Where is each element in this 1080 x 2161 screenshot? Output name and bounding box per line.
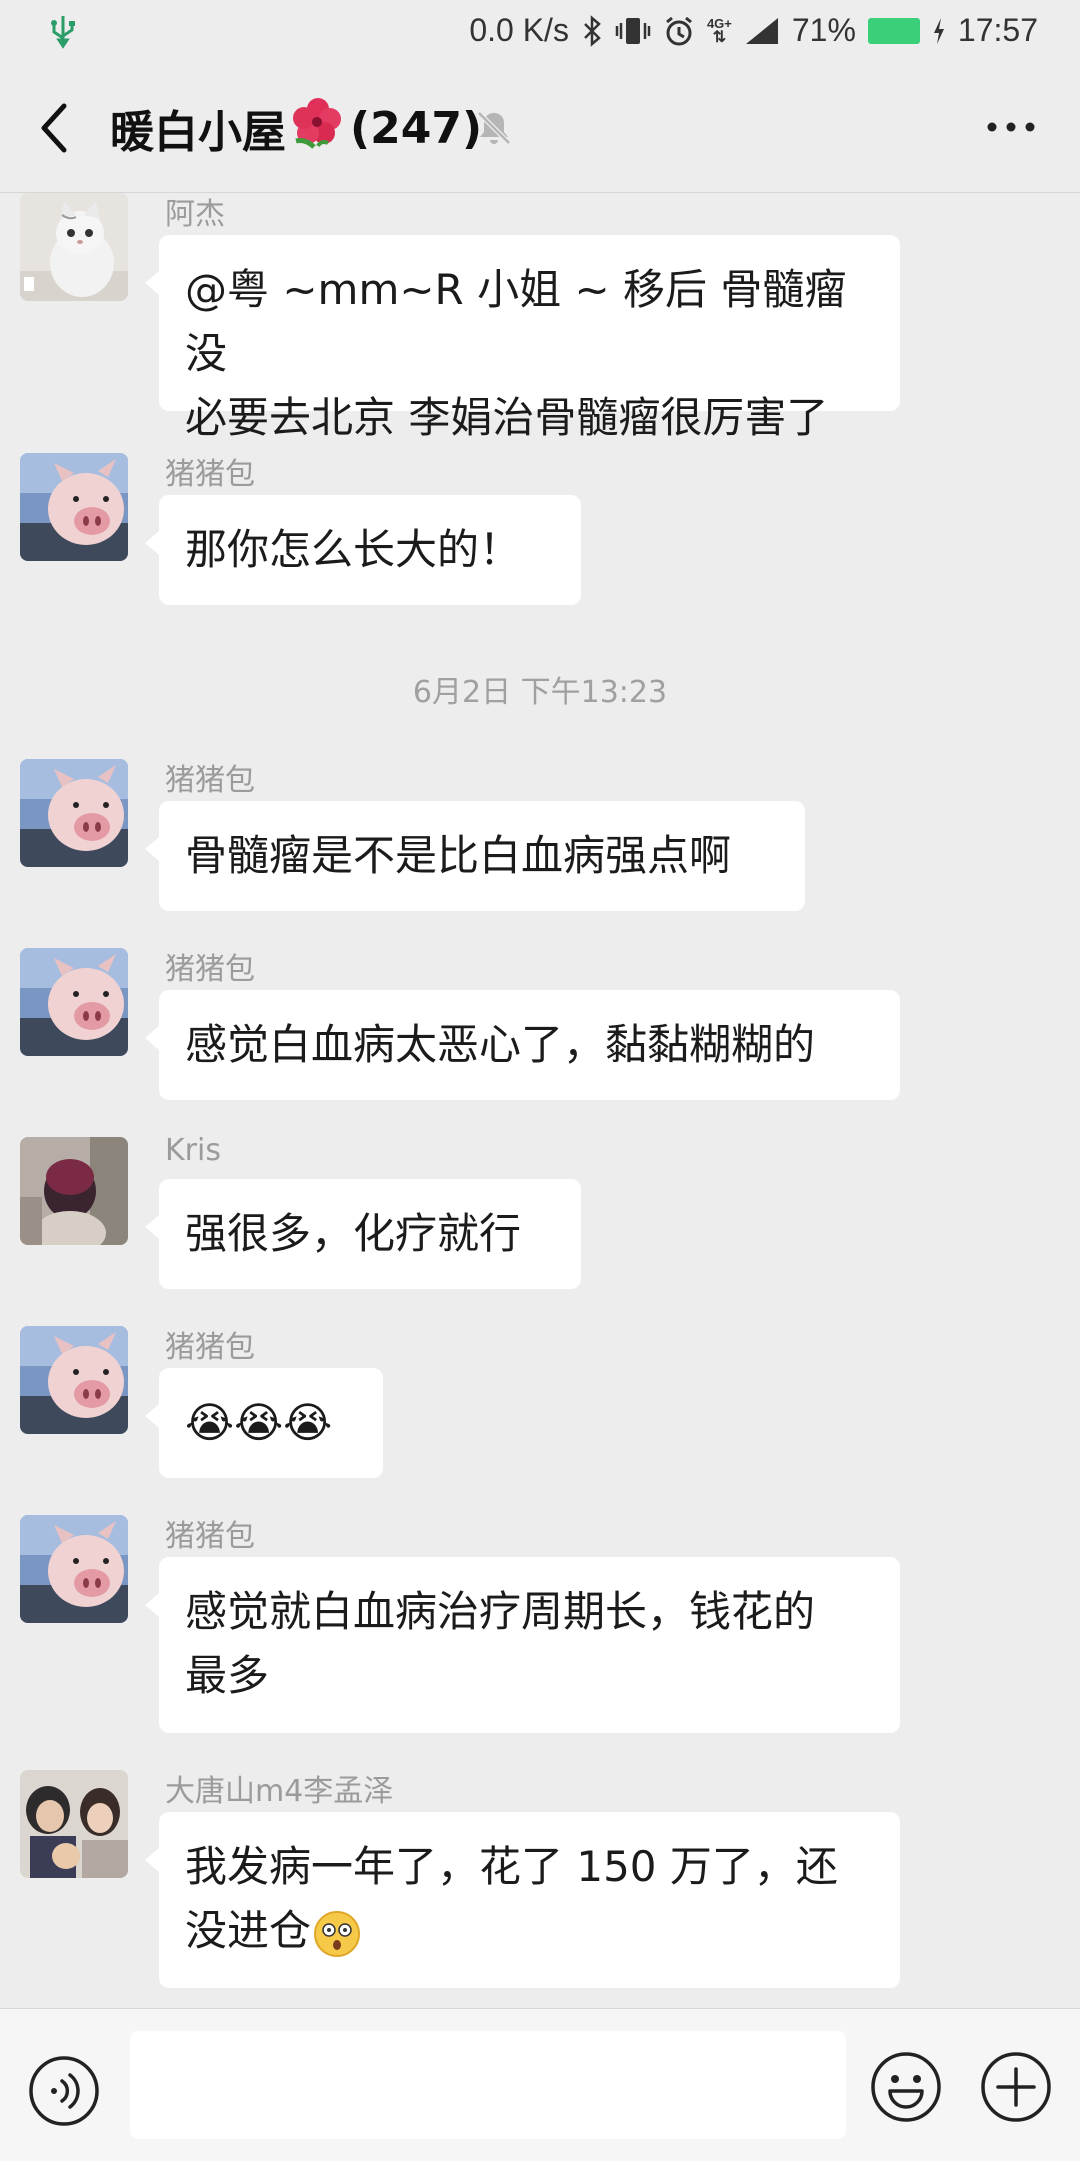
pig-avatar[interactable] — [20, 1515, 128, 1623]
chat-title: 暖白小屋 (247) — [110, 96, 482, 160]
message-bubble[interactable]: 我发病一年了，花了 150 万了，还 没进仓 — [145, 1812, 900, 1988]
back-icon[interactable] — [34, 100, 78, 156]
status-bar: 0.0 K/s 4G+ ⇅ 71% 17:57 — [0, 0, 1080, 64]
message-text: 强很多，化疗就行 — [185, 1209, 522, 1258]
message-text-line: 没进仓 — [185, 1899, 874, 1963]
message-bubble[interactable]: 强很多，化疗就行 — [145, 1179, 581, 1289]
message-text-line: 我发病一年了，花了 150 万了，还 — [185, 1842, 838, 1891]
message-bubble[interactable]: @粤 ~mm~R 小姐 ~ 移后 骨髓瘤没 必要去北京 李娟治骨髓瘤很厉害了 — [145, 235, 900, 442]
sender-name: 阿杰 — [165, 197, 225, 232]
message-text: 骨髓瘤是不是比白血病强点啊 — [185, 831, 732, 880]
signal-icon — [744, 16, 780, 46]
sender-name: 猪猪包 — [165, 763, 255, 798]
sender-name: 大唐山m4李孟泽 — [165, 1774, 394, 1809]
member-count: (247) — [350, 102, 483, 154]
pig-avatar[interactable] — [20, 759, 128, 867]
cat-avatar[interactable] — [20, 193, 128, 301]
message-text-line: 最多 — [185, 1651, 270, 1700]
message-text: 没进仓 — [185, 1906, 312, 1955]
message-input[interactable] — [130, 2031, 846, 2139]
bluetooth-icon — [581, 14, 603, 47]
message-text: 那你怎么长大的！ — [185, 525, 522, 574]
message-text-line: 感觉就白血病治疗周期长，钱花的 — [185, 1587, 816, 1636]
voice-icon[interactable] — [26, 2053, 102, 2133]
timestamp: 6月2日 下午13:23 — [412, 675, 668, 710]
sender-name: 猪猪包 — [165, 952, 255, 987]
plus-icon[interactable] — [978, 2049, 1054, 2129]
alarm-icon — [663, 15, 695, 47]
sender-name: 猪猪包 — [165, 457, 255, 492]
more-icon[interactable] — [986, 118, 1036, 137]
message-bubble[interactable]: 😭😭😭 — [145, 1368, 383, 1478]
girl-avatar[interactable] — [20, 1137, 128, 1245]
pig-avatar[interactable] — [20, 1326, 128, 1434]
message-text-line: 必要去北京 李娟治骨髓瘤很厉害了 — [185, 393, 829, 442]
message-text: 😭😭😭 — [185, 1398, 333, 1447]
message-bubble[interactable]: 感觉就白血病治疗周期长，钱花的 最多 — [145, 1557, 900, 1733]
network-type: 4G+ ⇅ — [706, 15, 732, 46]
hibiscus-icon — [290, 97, 346, 160]
input-bar — [0, 2008, 1080, 2161]
sender-name: 猪猪包 — [165, 1330, 255, 1365]
group-name: 暖白小屋 — [110, 107, 286, 158]
message-bubble[interactable]: 那你怎么长大的！ — [145, 495, 581, 605]
clock: 17:57 — [957, 12, 1038, 48]
chat-header: 暖白小屋 (247) — [0, 64, 1080, 193]
mute-bell-icon — [474, 108, 514, 152]
sender-name: Kris — [165, 1133, 221, 1168]
battery-percent: 71% — [791, 12, 856, 48]
emoji-icon[interactable] — [868, 2049, 944, 2129]
usb-icon — [48, 14, 78, 55]
message-bubble[interactable]: 骨髓瘤是不是比白血病强点啊 — [145, 801, 805, 911]
family-avatar[interactable] — [20, 1770, 128, 1878]
network-speed: 0.0 K/s — [469, 12, 569, 48]
dizzy-face-icon — [311, 1908, 363, 1960]
message-text-line: @粤 ~mm~R 小姐 ~ 移后 骨髓瘤没 — [185, 265, 847, 378]
charging-icon — [932, 17, 946, 45]
battery-icon — [867, 17, 920, 44]
message-bubble[interactable]: 感觉白血病太恶心了，黏黏糊糊的 — [145, 990, 900, 1100]
pig-avatar[interactable] — [20, 453, 128, 561]
message-text: 感觉白血病太恶心了，黏黏糊糊的 — [185, 1020, 816, 1069]
pig-avatar[interactable] — [20, 948, 128, 1056]
sender-name: 猪猪包 — [165, 1519, 255, 1554]
chat-area[interactable]: 阿杰 @粤 ~mm~R 小姐 ~ 移后 骨髓瘤没 必要去北京 李娟治骨髓瘤很厉害… — [0, 193, 1080, 2008]
vibrate-icon — [615, 15, 651, 47]
